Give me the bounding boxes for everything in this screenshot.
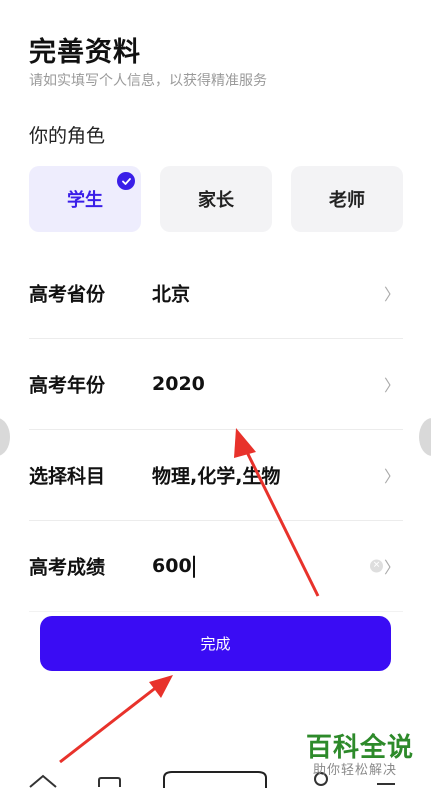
field-value: 北京: [152, 283, 191, 306]
square-icon[interactable]: [98, 777, 121, 787]
page-subtitle: 请如实填写个人信息，以获得精准服务: [29, 73, 267, 89]
clear-icon[interactable]: ✕: [370, 559, 383, 573]
side-handle-left: [0, 418, 10, 456]
watermark-tagline: 助你轻松解决: [313, 763, 398, 778]
text-cursor: [192, 555, 195, 578]
role-selector: 学生 家长 老师: [29, 166, 403, 232]
field-row-score[interactable]: 高考成绩 600 ✕ 〉: [29, 521, 403, 612]
annotation-arrow-icon: [59, 675, 173, 764]
role-option-parent[interactable]: 家长: [160, 166, 272, 232]
field-value: 物理,化学,生物: [152, 465, 281, 488]
submit-button[interactable]: 完成: [40, 616, 391, 671]
role-option-label: 学生: [67, 190, 103, 211]
side-handle-right: [419, 418, 431, 456]
field-row-province[interactable]: 高考省份 北京 〉: [29, 248, 403, 339]
home-icon[interactable]: [29, 774, 57, 788]
chevron-right-icon: 〉: [383, 558, 400, 577]
field-value: 2020: [152, 373, 205, 395]
score-input[interactable]: 600: [152, 555, 195, 578]
chevron-right-icon: 〉: [383, 285, 400, 304]
page-title: 完善资料: [29, 37, 141, 68]
check-icon: [117, 172, 135, 190]
pill-button[interactable]: [163, 771, 267, 788]
field-row-year[interactable]: 高考年份 2020 〉: [29, 339, 403, 430]
role-option-label: 家长: [198, 190, 234, 211]
role-option-teacher[interactable]: 老师: [291, 166, 403, 232]
role-section-label: 你的角色: [29, 125, 106, 147]
field-label: 高考成绩: [29, 556, 106, 579]
chevron-right-icon: 〉: [383, 467, 400, 486]
field-label: 选择科目: [29, 465, 106, 488]
score-value: 600: [152, 554, 192, 577]
chevron-right-icon: 〉: [383, 376, 400, 395]
field-label: 高考年份: [29, 374, 106, 397]
role-option-student[interactable]: 学生: [29, 166, 141, 232]
role-option-label: 老师: [329, 190, 365, 211]
field-row-subjects[interactable]: 选择科目 物理,化学,生物 〉: [29, 430, 403, 521]
field-label: 高考省份: [29, 283, 106, 306]
